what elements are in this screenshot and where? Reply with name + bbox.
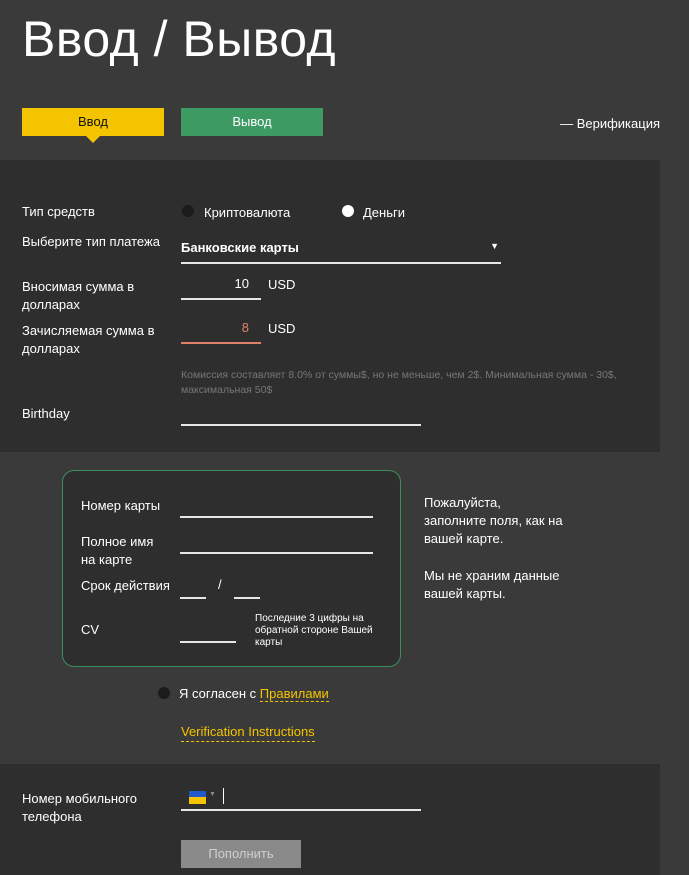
verification-link[interactable]: — Верификация	[560, 116, 660, 131]
radio-money[interactable]	[342, 205, 354, 217]
birthday-label: Birthday	[22, 406, 70, 421]
fund-type-label: Тип средств	[22, 204, 95, 219]
tab-withdraw[interactable]: Вывод	[181, 108, 323, 136]
credited-amount-value: 8	[241, 320, 249, 335]
credited-amount-label: Зачисляемая сумма в долларах	[22, 323, 155, 356]
card-expiry-month-input[interactable]	[180, 581, 206, 599]
deposit-amount-input[interactable]: 10	[181, 275, 261, 300]
card-expiry-label: Срок действия	[81, 578, 170, 593]
ukraine-flag-icon[interactable]	[189, 791, 206, 804]
payment-type-label: Выберите тип платежа	[22, 234, 160, 249]
credited-currency: USD	[268, 321, 296, 336]
card-expiry-separator: /	[218, 577, 222, 592]
deposit-currency: USD	[268, 277, 296, 292]
payment-type-select[interactable]: Банковские карты ▼	[181, 239, 501, 264]
card-number-input[interactable]	[180, 497, 373, 518]
card-number-label: Номер карты	[81, 498, 161, 513]
card-expiry-year-input[interactable]	[234, 581, 260, 599]
agree-checkbox[interactable]	[158, 687, 170, 699]
card-holder-input[interactable]	[180, 533, 373, 554]
payment-type-value: Банковские карты	[181, 240, 299, 255]
card-storage-notice: Мы не храним данные вашей карты.	[424, 568, 560, 601]
radio-crypto[interactable]	[182, 205, 194, 217]
agree-label: Я согласен с	[179, 686, 257, 701]
radio-money-label[interactable]: Деньги	[363, 204, 405, 222]
agree-text: Я согласен с Правилами	[179, 685, 329, 703]
commission-note: Комиссия составляет 8.0% от суммы$, но н…	[181, 369, 617, 396]
card-cvv-hint: Последние 3 цифры на обратной стороне Ва…	[255, 613, 373, 648]
submit-button[interactable]: Пополнить	[181, 840, 301, 868]
page-title: Ввод / Вывод	[22, 11, 337, 67]
card-cvv-label: CV	[81, 622, 100, 637]
birthday-input[interactable]	[181, 403, 421, 426]
phone-label: Номер мобильного телефона	[22, 791, 137, 824]
card-fill-notice: Пожалуйста, заполните поля, как на вашей…	[424, 495, 563, 546]
verification-instructions-link[interactable]: Verification Instructions	[181, 723, 315, 742]
text-cursor	[223, 788, 224, 804]
card-holder-label: Полное имя на карте	[81, 534, 154, 567]
card-cvv-input[interactable]	[180, 625, 236, 643]
tab-deposit[interactable]: Ввод	[22, 108, 164, 143]
rules-link[interactable]: Правилами	[259, 686, 329, 702]
deposit-amount-value: 10	[234, 276, 249, 291]
credited-amount-input: 8	[181, 319, 261, 344]
phone-input[interactable]: ▼	[181, 786, 421, 811]
chevron-down-icon: ▼	[490, 241, 499, 251]
deposit-amount-label: Вносимая сумма в долларах	[22, 279, 135, 312]
radio-crypto-label[interactable]: Криптовалюта	[204, 204, 290, 222]
chevron-down-icon: ▼	[209, 791, 216, 798]
